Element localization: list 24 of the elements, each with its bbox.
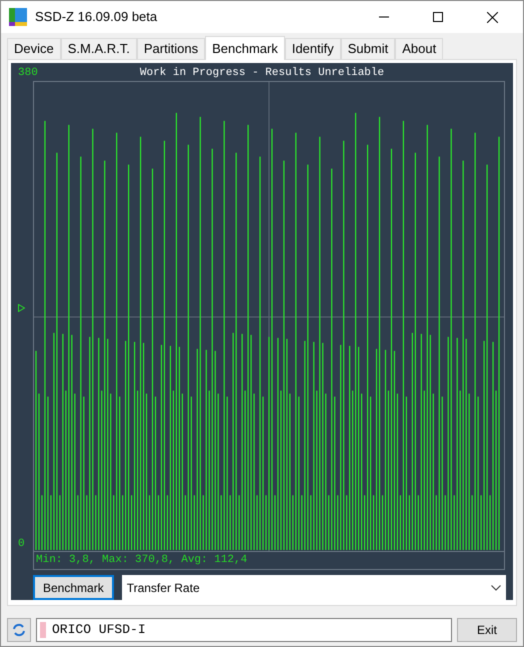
- close-icon: [486, 12, 498, 22]
- y-min-label: 0: [18, 536, 26, 552]
- color-swatch: [40, 622, 46, 638]
- tab[interactable]: Partitions: [136, 38, 206, 59]
- maximize-icon: [433, 12, 443, 22]
- marker-icon: [18, 304, 25, 312]
- tab[interactable]: Submit: [340, 38, 396, 59]
- benchmark-button[interactable]: Benchmark: [33, 575, 114, 600]
- refresh-icon: [12, 623, 26, 637]
- y-max-label: 380: [18, 66, 38, 82]
- exit-button[interactable]: Exit: [457, 618, 517, 642]
- window-title: SSD-Z 16.09.09 beta: [35, 8, 158, 26]
- tab[interactable]: About: [395, 38, 444, 59]
- tab[interactable]: Identify: [284, 38, 341, 59]
- chevron-down-icon: [491, 584, 501, 590]
- tab[interactable]: Device: [7, 38, 61, 59]
- stats-text: Min: 3,8, Max: 370,8, Avg: 112,4: [36, 553, 248, 568]
- tab[interactable]: S.M.A.R.T.: [60, 38, 137, 59]
- refresh-button[interactable]: [7, 618, 31, 642]
- drive-field[interactable]: ORICO UFSD-I: [36, 618, 452, 642]
- app-icon: [9, 8, 27, 26]
- mode-dropdown[interactable]: Transfer Rate: [122, 575, 506, 600]
- graph-title: Work in Progress - Results Unreliable: [140, 66, 384, 82]
- tab[interactable]: Benchmark: [205, 36, 285, 60]
